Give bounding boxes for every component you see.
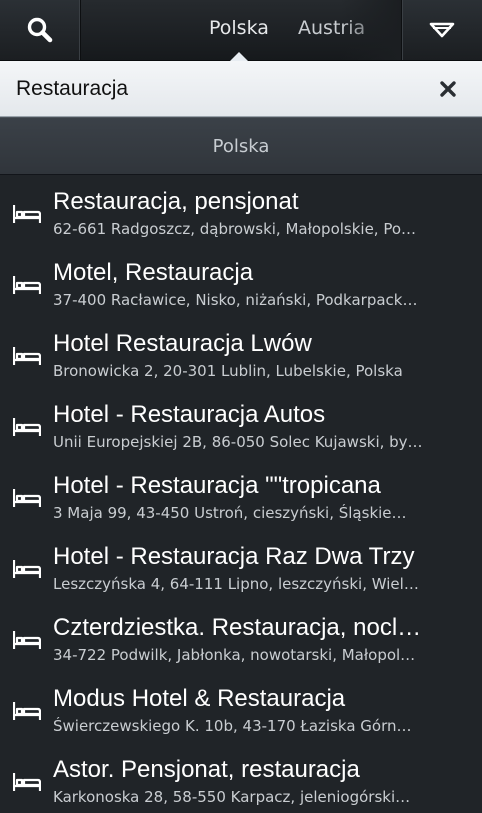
hotel-bed-icon (13, 631, 41, 649)
hotel-bed-icon (13, 489, 41, 507)
hotel-bed-icon (13, 560, 41, 578)
country-tabs: Polska Austria (81, 0, 401, 60)
result-title: Hotel - Restauracja Autos (53, 401, 326, 428)
results-list: Restauracja, pensjonat 62-661 Radgoszcz,… (0, 174, 482, 813)
list-item[interactable]: Hotel - Restauracja ""tropicana 3 Maja 9… (0, 458, 482, 529)
result-title: Motel, Restauracja (53, 259, 254, 286)
list-item[interactable]: Hotel Restauracja Lwów Bronowicka 2, 20-… (0, 316, 482, 387)
list-item[interactable]: Motel, Restauracja 37-400 Racławice, Nis… (0, 245, 482, 316)
top-bar: Polska Austria (0, 0, 482, 61)
chevron-down-icon (429, 22, 455, 38)
list-item[interactable]: Astor. Pensjonat, restauracja Karkonoska… (0, 742, 482, 813)
hotel-bed-icon (13, 773, 41, 791)
result-address: 34-722 Podwilk, Jabłonka, nowotarski, Ma… (53, 646, 416, 664)
result-address: Leszczyńska 4, 64-111 Lipno, leszczyński… (53, 575, 419, 593)
list-item[interactable]: Hotel - Restauracja Raz Dwa Trzy Leszczy… (0, 529, 482, 600)
tabs-fade (341, 0, 401, 60)
search-bar (0, 61, 482, 117)
list-item[interactable]: Restauracja, pensjonat 62-661 Radgoszcz,… (0, 174, 482, 245)
section-header: Polska (0, 117, 482, 175)
result-address: 3 Maja 99, 43-450 Ustroń, cieszyński, Śl… (53, 504, 407, 522)
result-title: Modus Hotel & Restauracja (53, 685, 346, 712)
result-address: Bronowicka 2, 20-301 Lublin, Lubelskie, … (53, 362, 403, 380)
hotel-bed-icon (13, 347, 41, 365)
result-title: Astor. Pensjonat, restauracja (53, 756, 360, 783)
result-title: Hotel - Restauracja Raz Dwa Trzy (53, 543, 415, 570)
list-item[interactable]: Czterdziestka. Restauracja, nocl… 34-722… (0, 600, 482, 671)
list-item[interactable]: Hotel - Restauracja Autos Unii Europejsk… (0, 387, 482, 458)
search-button[interactable] (0, 0, 81, 60)
hotel-bed-icon (13, 276, 41, 294)
section-title: Polska (212, 135, 270, 157)
result-title: Czterdziestka. Restauracja, nocl… (53, 614, 422, 641)
menu-dropdown-button[interactable] (401, 0, 482, 60)
result-address: 37-400 Racławice, Nisko, niżański, Podka… (53, 291, 418, 309)
search-input[interactable] (14, 73, 418, 105)
result-title: Hotel - Restauracja ""tropicana (53, 472, 381, 499)
list-item[interactable]: Modus Hotel & Restauracja Świerczewskieg… (0, 671, 482, 742)
hotel-bed-icon (13, 418, 41, 436)
active-tab-pointer (230, 52, 248, 61)
result-address: 62-661 Radgoszcz, dąbrowski, Małopolskie… (53, 220, 417, 238)
result-title: Hotel Restauracja Lwów (53, 330, 312, 357)
hotel-bed-icon (13, 205, 41, 223)
result-title: Restauracja, pensjonat (53, 188, 299, 215)
result-address: Unii Europejskiej 2B, 86-050 Solec Kujaw… (53, 433, 423, 451)
result-address: Świerczewskiego K. 10b, 43-170 Łaziska G… (53, 717, 412, 735)
tab-polska[interactable]: Polska (209, 17, 269, 39)
clear-search-button[interactable] (434, 75, 462, 103)
hotel-bed-icon (13, 702, 41, 720)
close-icon (440, 81, 456, 97)
search-icon (27, 17, 53, 43)
result-address: Karkonoska 28, 58-550 Karpacz, jeleniogó… (53, 788, 411, 806)
